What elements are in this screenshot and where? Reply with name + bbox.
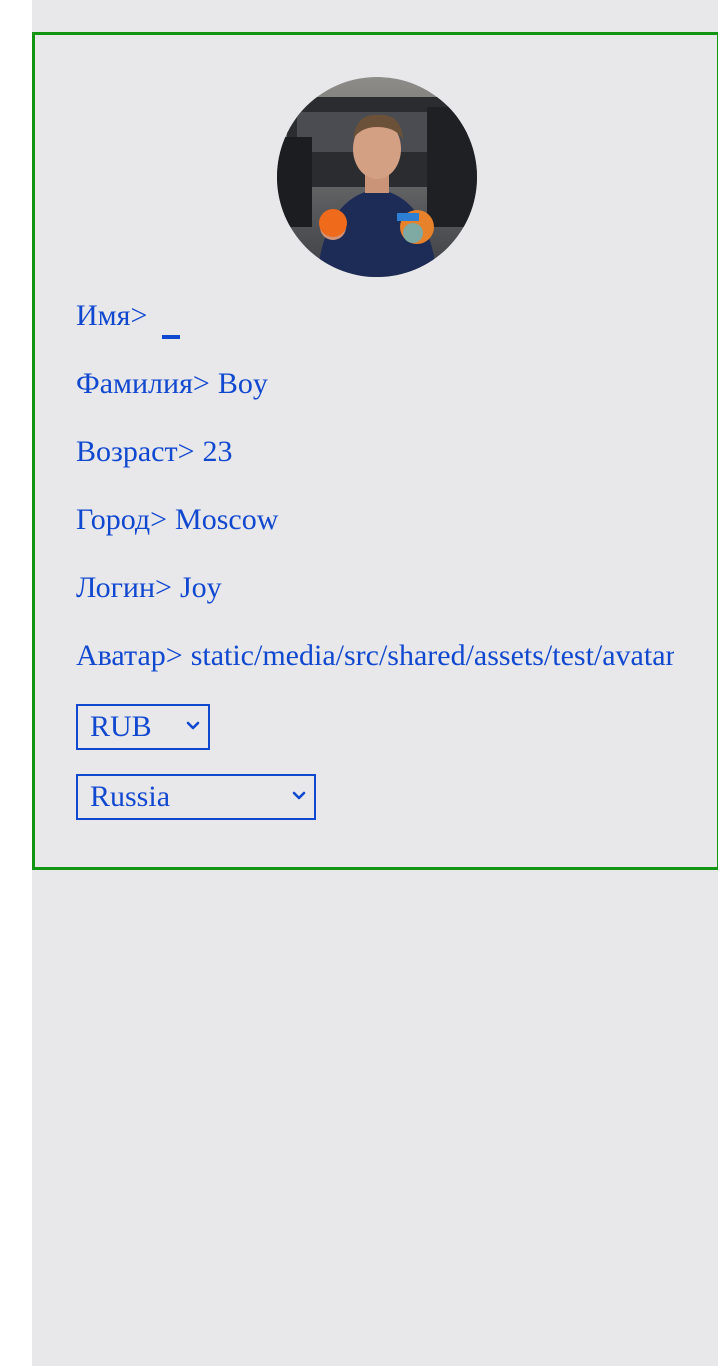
age-label: Возраст> xyxy=(76,435,195,468)
currency-select[interactable]: RUB xyxy=(76,704,210,750)
city-value[interactable]: Moscow xyxy=(175,503,278,536)
avatar xyxy=(277,77,477,277)
field-age: Возраст> 23 xyxy=(76,435,233,469)
avatar-label: Аватар> xyxy=(76,639,183,672)
field-avatar: Аватар> static/media/src/shared/assets/te… xyxy=(76,639,674,673)
chevron-down-icon xyxy=(292,791,306,800)
field-first-name: Имя> xyxy=(76,299,155,333)
avatar-photo xyxy=(277,77,477,277)
field-city: Город> Moscow xyxy=(76,503,278,537)
currency-selected: RUB xyxy=(90,710,152,743)
first-name-input[interactable] xyxy=(162,335,180,339)
country-select[interactable]: Russia xyxy=(76,774,316,820)
last-name-label: Фамилия> xyxy=(76,367,210,400)
avatar-value[interactable]: static/media/src/shared/assets/test/avat… xyxy=(191,639,674,672)
field-last-name: Фамилия> Boy xyxy=(76,367,268,401)
login-label: Логин> xyxy=(76,571,172,604)
last-name-value[interactable]: Boy xyxy=(218,367,268,400)
country-selected: Russia xyxy=(90,780,171,813)
age-value[interactable]: 23 xyxy=(203,435,233,468)
login-value[interactable]: Joy xyxy=(180,571,222,604)
first-name-label: Имя> xyxy=(76,299,148,332)
field-login: Логин> Joy xyxy=(76,571,222,605)
city-label: Город> xyxy=(76,503,168,536)
chevron-down-icon xyxy=(186,721,200,730)
profile-card: Имя> Фамилия> Boy Возраст> 23 Город> Moscow… xyxy=(32,32,718,870)
